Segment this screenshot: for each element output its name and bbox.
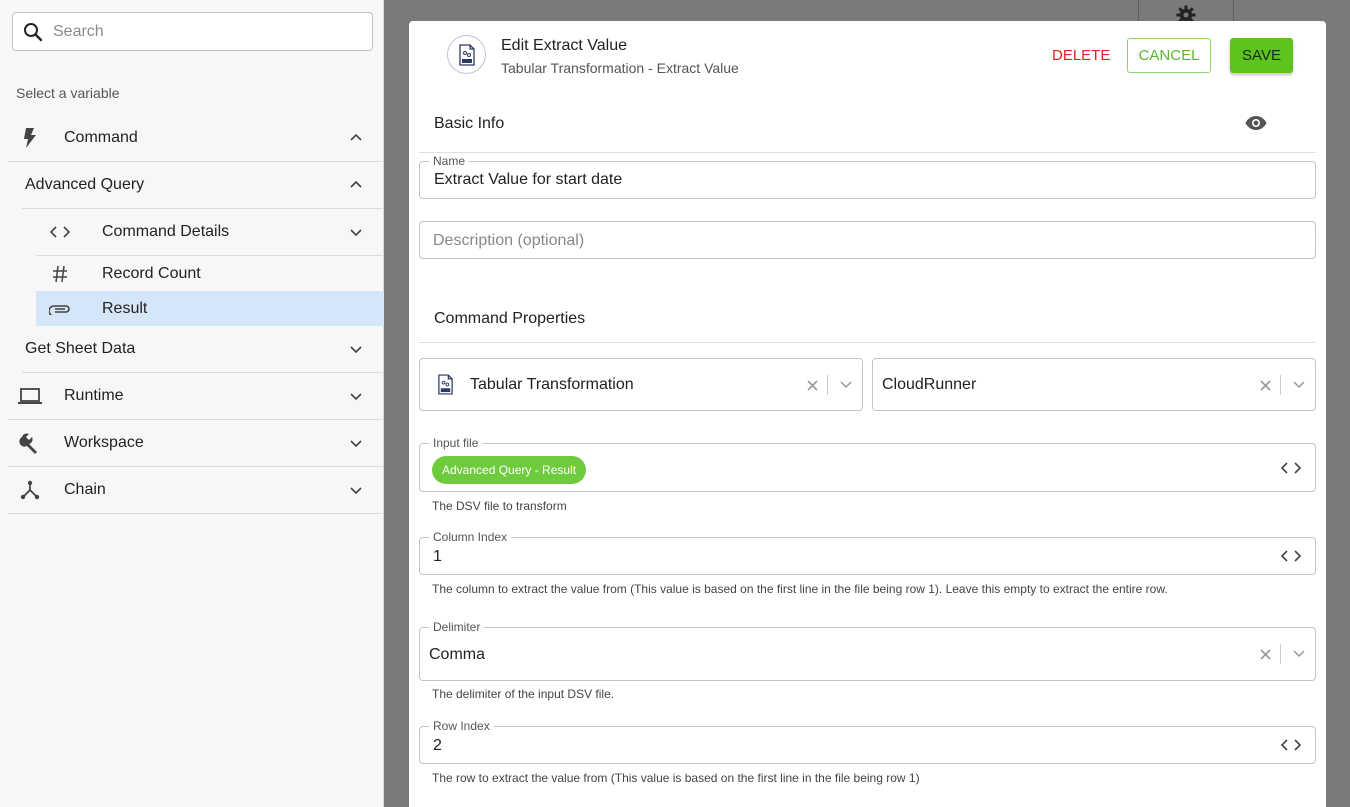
command-select[interactable]: Tabular Transformation [419,358,863,411]
code-icon[interactable] [1281,461,1301,475]
chevron-up-icon[interactable] [350,179,362,191]
hash-icon [48,262,72,286]
tree-item-label: Record Count [102,264,201,282]
tree-item-label: Command [64,129,138,146]
row-index-label: Row Index [429,719,494,733]
chevron-down-icon[interactable] [350,390,362,402]
tabular-file-icon [437,374,454,400]
paperclip-icon [48,297,72,321]
chevron-down-icon[interactable] [350,437,362,449]
chain-icon [18,478,42,502]
tree-item-label: Runtime [64,387,124,404]
code-icon [48,220,72,244]
runner-select[interactable]: CloudRunner [872,358,1316,411]
chevron-down-icon[interactable] [1293,381,1305,389]
tree-item-label: Workspace [64,434,144,451]
name-label: Name [429,154,470,168]
dialog-subtitle: Tabular Transformation - Extract Value [501,60,739,76]
delimiter-helper: The delimiter of the input DSV file. [432,687,615,701]
variable-tree: Command Advanced Query Command Details R… [0,115,384,514]
input-file-helper: The DSV file to transform [432,499,567,513]
clear-icon[interactable] [1260,649,1271,660]
name-field[interactable]: Name Extract Value for start date [419,154,1316,199]
delete-button[interactable]: DELETE [1042,38,1120,73]
delimiter-label: Delimiter [429,620,485,634]
search-input[interactable] [53,22,353,41]
search-box[interactable] [12,12,373,51]
wrench-icon [18,431,42,455]
tree-item-label: Command Details [102,223,230,240]
command-properties-heading: Command Properties [434,310,586,327]
column-index-value[interactable]: 1 [433,548,442,566]
search-icon [24,22,43,41]
select-separator [827,375,828,395]
delimiter-select[interactable]: Delimiter Comma [419,620,1316,681]
section-divider [419,152,1316,153]
tree-item-result[interactable]: Result [36,291,384,326]
tree-item-label: Get Sheet Data [25,340,136,357]
description-placeholder: Description (optional) [433,232,585,249]
tree-item-chain[interactable]: Chain [8,467,384,514]
variable-sidebar: Select a variable Command Advanced Query… [0,0,384,807]
tree-item-record-count[interactable]: Record Count [36,256,384,291]
column-index-helper: The column to extract the value from (Th… [432,582,1168,596]
select-separator [1280,375,1281,395]
input-file-chip[interactable]: Advanced Query - Result [432,456,587,484]
clear-icon[interactable] [807,380,818,391]
dialog-title: Edit Extract Value [501,37,627,54]
row-index-field[interactable]: Row Index 2 [419,719,1316,764]
tree-item-label: Advanced Query [25,176,145,193]
chevron-up-icon[interactable] [350,132,362,144]
input-file-label: Input file [429,436,483,450]
command-select-value: Tabular Transformation [470,376,634,393]
chevron-down-icon[interactable] [350,343,362,355]
tree-item-advanced-query[interactable]: Advanced Query [22,162,384,209]
chevron-down-icon[interactable] [840,381,852,389]
tree-item-get-sheet-data[interactable]: Get Sheet Data [22,326,384,373]
code-icon[interactable] [1281,738,1301,752]
column-index-field[interactable]: Column Index 1 [419,530,1316,575]
cancel-button[interactable]: CANCEL [1127,38,1211,73]
select-separator [1280,644,1281,664]
tabular-file-icon [447,35,486,74]
chevron-down-icon[interactable] [1293,650,1305,658]
settings-area [1138,0,1234,25]
row-index-value[interactable]: 2 [433,737,442,755]
lightning-icon [18,126,42,150]
chevron-down-icon[interactable] [350,484,362,496]
tree-item-workspace[interactable]: Workspace [8,420,384,467]
save-button[interactable]: SAVE [1230,38,1293,73]
tree-item-label: Result [102,299,148,317]
code-icon[interactable] [1281,549,1301,563]
tree-item-runtime[interactable]: Runtime [8,373,384,420]
runner-select-value: CloudRunner [882,376,977,393]
chevron-down-icon[interactable] [350,226,362,238]
delimiter-value: Comma [429,646,486,663]
tree-item-label: Chain [64,481,106,498]
laptop-icon [18,384,42,408]
column-index-label: Column Index [429,530,512,544]
name-value[interactable]: Extract Value for start date [434,171,622,189]
edit-extract-value-dialog: Edit Extract Value Tabular Transformatio… [409,21,1326,807]
section-divider [419,342,1316,343]
eye-icon[interactable] [1245,115,1267,131]
input-file-field[interactable]: Input file Advanced Query - Result [419,436,1316,492]
row-index-helper: The row to extract the value from (This … [432,771,920,785]
tree-item-command[interactable]: Command [8,115,384,162]
clear-icon[interactable] [1260,380,1271,391]
basic-info-heading: Basic Info [434,115,505,132]
description-field[interactable]: Description (optional) [419,221,1316,259]
select-variable-label: Select a variable [16,85,120,101]
tree-item-command-details[interactable]: Command Details [36,209,384,256]
